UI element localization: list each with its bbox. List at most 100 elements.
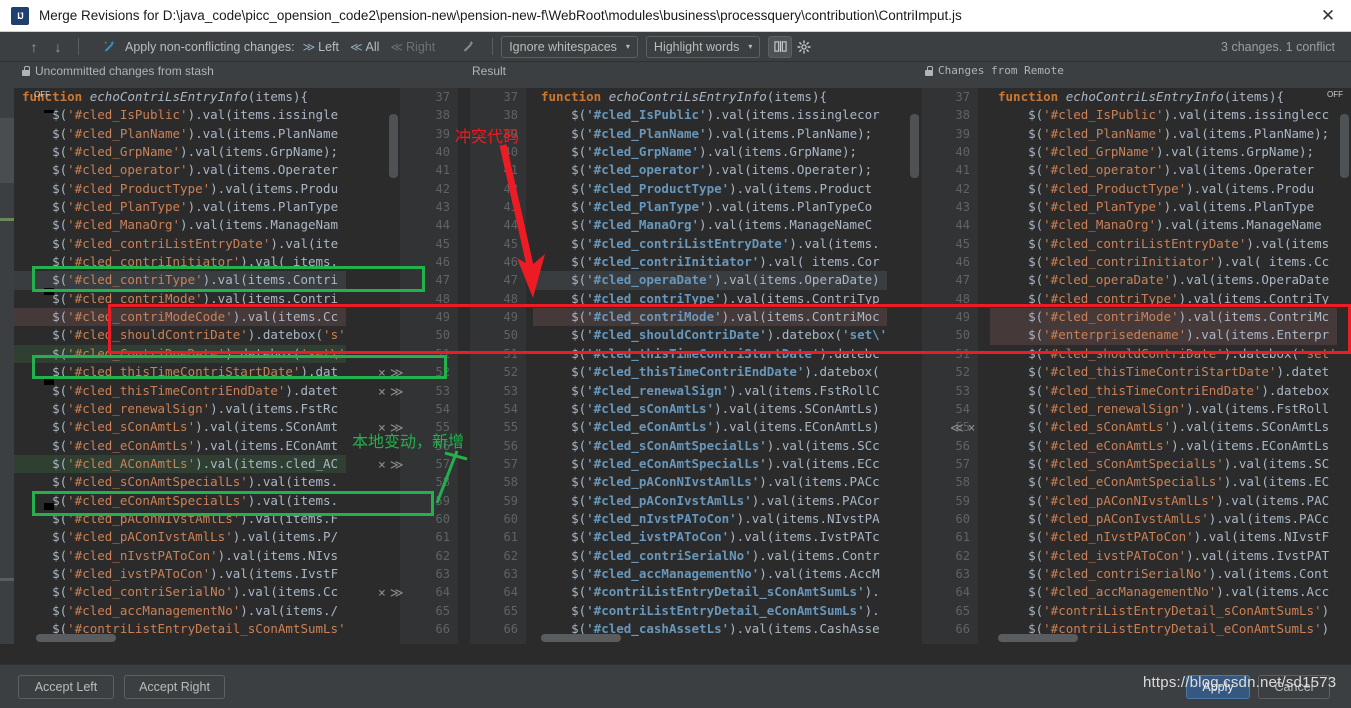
line-number: 54 [400, 400, 458, 418]
code-line: $('#cled_contriMode').val(items.ContriMo… [533, 308, 887, 326]
line-number: 65 [400, 602, 458, 620]
line-number: 38 [400, 106, 458, 124]
code-line: $('#cled_PlanName').val(items.PlanName [14, 125, 346, 143]
close-icon[interactable]: ✕ [1305, 0, 1351, 32]
magic-wand-icon[interactable] [454, 36, 482, 58]
code-line: $('#cled_accManagementNo').val(items.Acc… [533, 565, 887, 583]
code-line: $('#cled_ManaOrg').val(items.ManageNam [14, 216, 346, 234]
columns-icon[interactable] [768, 36, 792, 58]
magic-resolve-icon[interactable] [95, 36, 123, 58]
code-line: $('#contriListEntryDetail_sConAmtSumLs')… [533, 583, 887, 601]
apply-right-icon[interactable]: ≪ [950, 421, 964, 436]
change-bar-1 [44, 110, 54, 113]
code-line: $('#cled_sConAmtSpecialLs').val(items.SC… [533, 437, 887, 455]
line-number: 57 [400, 455, 458, 473]
gear-icon[interactable] [792, 36, 816, 58]
line-number: 51 [470, 345, 526, 363]
code-line: $('#cled_PlanType').val(items.PlanTypeCo [533, 198, 887, 216]
code-line: $('#cled_contriInitiator').val( items.Co… [533, 253, 887, 271]
code-line: $('#cled_pAConIvstAmlLs').val(items.PACc [990, 510, 1337, 528]
line-number: 63 [470, 565, 526, 583]
line-number: 44 [400, 216, 458, 234]
diff-accept-marker-l2[interactable]: × ≫ [378, 385, 403, 400]
next-difference-button[interactable]: ↓ [46, 36, 70, 58]
apply-left-icon[interactable]: ≫ [390, 366, 404, 381]
code-line: function echoContriLsEntryInfo(items){ [533, 88, 887, 106]
right-pane-header: Changes from Remote [925, 64, 1064, 77]
diff-accept-marker-r1[interactable]: ≪ × [950, 421, 975, 436]
left-strip-thumb[interactable] [0, 118, 14, 183]
center-code-pane[interactable]: function echoContriLsEntryInfo(items){ $… [533, 88, 921, 644]
apply-left-icon-2[interactable]: ≫ [390, 385, 404, 400]
left-vertical-scrollbar[interactable] [389, 114, 398, 178]
accept-right-button[interactable]: Accept Right [124, 675, 225, 699]
highlight-select[interactable]: Highlight words ▾ [646, 36, 760, 58]
line-number: 53 [922, 382, 978, 400]
line-number: 54 [922, 400, 978, 418]
code-line: $('#cled_accManagementNo').val(items./ [14, 602, 346, 620]
line-number: 66 [470, 620, 526, 638]
accept-icon-2[interactable]: × [378, 385, 386, 400]
center-vertical-scrollbar[interactable] [910, 114, 919, 178]
code-line: $('#cled_IsPublic').val(items.issinglecc [990, 106, 1337, 124]
diff-accept-marker-l5[interactable]: × ≫ [378, 586, 403, 601]
line-number: 37 [922, 88, 978, 106]
line-number: 42 [470, 180, 526, 198]
apply-left-button[interactable]: ≫ Left [303, 40, 339, 54]
center-horizontal-scrollbar[interactable] [541, 634, 621, 642]
code-line: $('#cled_IsPublic').val(items.issingle [14, 106, 346, 124]
code-line: $('#cled_renewalSign').val(items.FstRoll… [533, 382, 887, 400]
apply-right-button[interactable]: ≪ Right [390, 40, 435, 54]
left-off-badge: OFF [34, 90, 50, 99]
line-number: 44 [470, 216, 526, 234]
line-number: 40 [922, 143, 978, 161]
code-line: $('#cled_eConAmtLs').val(items.EConAmt [14, 437, 346, 455]
line-number: 49 [400, 308, 458, 326]
accept-icon-5[interactable]: × [378, 586, 386, 601]
diff-accept-marker-l4[interactable]: × ≫ [378, 458, 403, 473]
line-number: 65 [470, 602, 526, 620]
apply-all-button[interactable]: ≪ All [350, 40, 379, 54]
apply-left-icon-5[interactable]: ≫ [390, 586, 404, 601]
line-number: 50 [922, 326, 978, 344]
line-number: 59 [922, 492, 978, 510]
accept-icon[interactable]: × [378, 366, 386, 381]
line-number: 65 [922, 602, 978, 620]
code-line: $('#contriListEntryDetail_eConAmtSumLs')… [533, 602, 887, 620]
line-number: 45 [470, 235, 526, 253]
apply-left-icon-4[interactable]: ≫ [390, 458, 404, 473]
code-line: $('#cled_operator').val(items.Operater); [533, 161, 887, 179]
merge-editor: function echoContriLsEntryInfo(items){ $… [0, 88, 1351, 664]
code-line: $('#cled_GrpName').val(items.GrpName); [14, 143, 346, 161]
code-line: $('#cled_thisTimeContriStartDate').datet [990, 363, 1337, 381]
code-line: $('#cled_nIvstPAToCon').val(items.NIvstP… [533, 510, 887, 528]
right-code-content: function echoContriLsEntryInfo(items){ $… [990, 88, 1337, 638]
line-number: 58 [922, 473, 978, 491]
left-change-strip[interactable] [0, 88, 14, 644]
line-number: 52 [400, 363, 458, 381]
code-line: $('#cled_contriListEntryDate').val(items… [533, 235, 887, 253]
merge-toolbar: ↑ ↓ Apply non-conflicting changes: ≫ Lef… [0, 32, 1351, 62]
accept-left-button[interactable]: Accept Left [18, 675, 114, 699]
code-line: $('#cled_thisTimeContriEndDate').datebox [990, 382, 1337, 400]
center-code-content: function echoContriLsEntryInfo(items){ $… [533, 88, 887, 638]
accept-icon-4[interactable]: × [378, 458, 386, 473]
code-line: $('#cled_nIvstPAToCon').val(items.NIvstF [990, 528, 1337, 546]
diff-accept-marker-l1[interactable]: × ≫ [378, 366, 403, 381]
line-number: 55 [470, 418, 526, 436]
code-line: $('#cled_IsPublic').val(items.issingleco… [533, 106, 887, 124]
code-line: $('#cled_accManagementNo').val(items.Acc [990, 583, 1337, 601]
left-code-pane[interactable]: function echoContriLsEntryInfo(items){ $… [14, 88, 400, 644]
line-number: 41 [922, 161, 978, 179]
code-line: $('#cled_contriType').val(items.Contri [14, 271, 346, 289]
right-code-pane[interactable]: function echoContriLsEntryInfo(items){ $… [990, 88, 1351, 644]
previous-difference-button[interactable]: ↑ [22, 36, 46, 58]
right-vertical-scrollbar[interactable] [1340, 114, 1349, 178]
left-pane-header: Uncommitted changes from stash [22, 64, 214, 78]
accept-icon-r1[interactable]: × [968, 421, 976, 436]
line-number: 40 [400, 143, 458, 161]
whitespace-select[interactable]: Ignore whitespaces ▾ [501, 36, 638, 58]
right-horizontal-scrollbar[interactable] [998, 634, 1078, 642]
left-horizontal-scrollbar[interactable] [36, 634, 116, 642]
line-number: 63 [922, 565, 978, 583]
